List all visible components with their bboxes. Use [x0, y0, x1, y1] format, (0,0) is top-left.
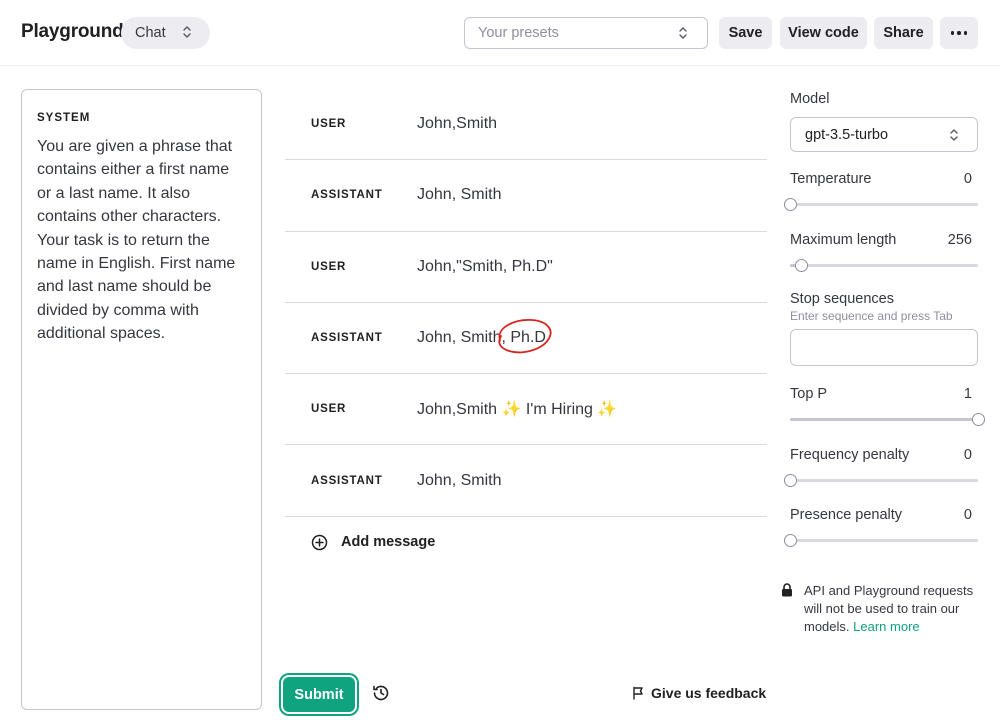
frequency-penalty-slider[interactable] [784, 474, 978, 488]
message-row[interactable]: ASSISTANT John, Smith, Ph.D [285, 303, 767, 375]
top-p-slider[interactable] [790, 413, 985, 427]
presence-penalty-label: Presence penalty [790, 507, 903, 523]
message-content[interactable]: John,Smith [417, 115, 497, 133]
maximum-length-slider[interactable] [790, 259, 978, 273]
message-row[interactable]: USER John,"Smith, Ph.D" [285, 232, 767, 303]
frequency-penalty-value[interactable]: 0 [964, 447, 972, 463]
top-p-label: Top P [790, 386, 828, 402]
message-content[interactable]: John,Smith ✨ I'm Hiring ✨ [417, 399, 617, 419]
message-row[interactable]: ASSISTANT John, Smith [285, 160, 767, 232]
feedback-label: Give us feedback [651, 685, 767, 701]
save-button[interactable]: Save [719, 17, 772, 49]
slider-thumb[interactable] [784, 474, 797, 487]
presence-penalty-slider[interactable] [784, 534, 978, 548]
message-role-button[interactable]: USER [311, 261, 346, 273]
message-content[interactable]: John, Smith [417, 472, 501, 490]
view-code-button[interactable]: View code [780, 17, 867, 49]
presence-penalty-value[interactable]: 0 [964, 507, 972, 523]
message-content[interactable]: John,"Smith, Ph.D" [417, 258, 553, 276]
maximum-length-label: Maximum length [790, 232, 897, 248]
add-message-button[interactable]: Add message [311, 530, 435, 554]
model-label: Model [790, 91, 830, 107]
history-icon[interactable] [371, 683, 391, 703]
stop-sequences-input[interactable] [790, 329, 978, 366]
message-role-button[interactable]: ASSISTANT [311, 189, 383, 201]
mode-selector[interactable]: Chat [121, 17, 210, 49]
slider-thumb[interactable] [795, 259, 809, 272]
temperature-label: Temperature [790, 171, 872, 187]
top-bar: Playground Chat Your presets Save View c… [0, 0, 1000, 66]
presets-select[interactable]: Your presets [464, 17, 708, 49]
maximum-length-value[interactable]: 256 [948, 232, 972, 248]
learn-more-link[interactable]: Learn more [853, 619, 919, 634]
lock-icon [782, 583, 792, 597]
ellipsis-icon [950, 31, 968, 35]
temperature-value[interactable]: 0 [964, 171, 972, 187]
feedback-link[interactable]: Give us feedback [632, 685, 766, 701]
presets-placeholder: Your presets [478, 25, 559, 41]
slider-thumb[interactable] [784, 198, 797, 211]
system-prompt-panel[interactable]: SYSTEM You are given a phrase that conta… [21, 89, 262, 710]
temperature-slider[interactable] [784, 198, 978, 212]
share-button[interactable]: Share [874, 17, 933, 49]
frequency-penalty-label: Frequency penalty [790, 447, 910, 463]
system-prompt-text[interactable]: You are given a phrase that contains eit… [37, 135, 247, 346]
stop-sequences-label: Stop sequences [790, 291, 894, 307]
message-role-button[interactable]: ASSISTANT [311, 475, 383, 487]
message-role-button[interactable]: USER [311, 403, 346, 415]
chevron-up-down-icon [950, 129, 958, 141]
message-row[interactable]: USER John,Smith [285, 89, 767, 161]
flag-icon [633, 686, 643, 700]
privacy-text: API and Playground requests will not be … [804, 582, 979, 636]
model-select[interactable]: gpt-3.5-turbo [790, 117, 978, 152]
message-content[interactable]: John, Smith [417, 186, 501, 204]
chevron-up-down-icon [679, 27, 687, 39]
page-title: Playground [21, 21, 124, 42]
more-options-button[interactable] [940, 17, 978, 49]
add-message-label: Add message [341, 534, 436, 550]
message-content[interactable]: John, Smith, Ph.D [417, 329, 546, 347]
message-list: USER John,Smith ASSISTANT John, Smith US… [285, 89, 767, 517]
chevron-up-down-icon [183, 26, 191, 38]
submit-button[interactable]: Submit [283, 677, 355, 712]
message-row[interactable]: ASSISTANT John, Smith [285, 445, 767, 517]
message-row[interactable]: USER John,Smith ✨ I'm Hiring ✨ [285, 374, 767, 446]
message-role-button[interactable]: USER [311, 118, 346, 130]
model-value: gpt-3.5-turbo [805, 126, 889, 143]
plus-circle-icon [311, 534, 328, 550]
slider-thumb[interactable] [784, 534, 797, 547]
system-label: SYSTEM [37, 112, 91, 124]
message-role-button[interactable]: ASSISTANT [311, 332, 383, 344]
slider-thumb[interactable] [972, 413, 985, 426]
stop-sequences-hint: Enter sequence and press Tab [790, 309, 953, 323]
mode-selector-label: Chat [135, 25, 166, 41]
top-p-value[interactable]: 1 [964, 386, 972, 402]
